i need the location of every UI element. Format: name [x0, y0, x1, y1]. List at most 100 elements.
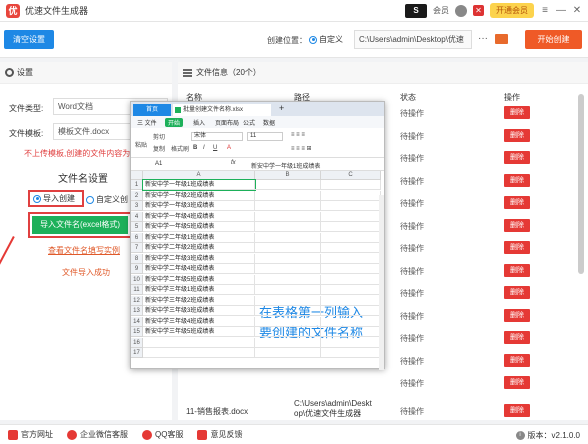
- cell-b: [255, 180, 321, 190]
- close-icon[interactable]: ✕: [572, 5, 582, 17]
- status-cell: 待操作: [400, 154, 424, 163]
- scrollbar[interactable]: [578, 94, 584, 274]
- app-logo-icon: 优: [6, 3, 20, 18]
- qq-link[interactable]: QQ客服: [142, 429, 183, 440]
- brand-logo-icon: S: [405, 3, 427, 18]
- radio-checked-icon: [33, 194, 41, 203]
- row-head: 3: [131, 201, 143, 211]
- status-cell: 待操作: [400, 221, 424, 231]
- ribbon-tab: 页面布局: [215, 121, 240, 127]
- settings-title: 设置: [17, 68, 33, 77]
- cell-a: 新安中学一年级1班成绩表: [142, 179, 256, 191]
- delete-button[interactable]: 删除: [504, 353, 530, 367]
- more-options-icon[interactable]: ···: [478, 33, 488, 44]
- delete-button[interactable]: 删除: [504, 331, 530, 344]
- col-status[interactable]: 状态: [400, 92, 416, 103]
- path-input[interactable]: C:\Users\admin\Desktop\优速: [354, 30, 472, 49]
- delete-button[interactable]: 删除: [504, 263, 530, 277]
- bold-icon: B: [193, 145, 198, 151]
- radio-unchecked-icon: [86, 195, 94, 204]
- underline-icon: U: [213, 145, 218, 151]
- menu-icon[interactable]: ≡: [540, 5, 550, 17]
- clear-settings-button[interactable]: 清空设置: [4, 30, 54, 49]
- gear-icon: [5, 68, 14, 77]
- formula-bar: A1 fx 新安中学一年级1班成绩表: [131, 158, 384, 171]
- add-tab-icon: +: [279, 103, 285, 113]
- align-icons: ≡ ≡ ≡: [291, 132, 305, 138]
- row-head: 11: [131, 285, 143, 295]
- user-avatar-icon[interactable]: [455, 4, 467, 17]
- cell-reference: A1: [155, 161, 163, 167]
- import-create-radio[interactable]: 导入创建: [28, 190, 84, 207]
- cell-c: [321, 285, 381, 295]
- website-link[interactable]: 官方网址: [8, 429, 53, 440]
- delete-button[interactable]: 删除: [504, 241, 530, 254]
- paste-tool: 粘贴: [135, 143, 148, 149]
- example-link[interactable]: 查看文件名填写实例: [48, 245, 120, 256]
- cell-a: [143, 337, 255, 348]
- cell-c: [321, 253, 381, 264]
- cell-c: [321, 316, 381, 327]
- cell-a: 新安中学二年级1班成绩表: [143, 232, 255, 243]
- delete-button[interactable]: 删除: [504, 218, 530, 232]
- delete-button[interactable]: 删除: [504, 128, 530, 142]
- start-create-button[interactable]: 开始创建: [525, 30, 582, 49]
- feedback-link[interactable]: 意见反馈: [197, 429, 242, 440]
- cell-c: [321, 327, 381, 337]
- cell-c: [321, 348, 381, 358]
- minimize-icon[interactable]: —: [556, 5, 566, 17]
- sheet-scrollbar: [379, 195, 384, 370]
- qq-icon: [142, 429, 152, 440]
- import-filenames-button[interactable]: 导入文件名(excel格式): [32, 216, 128, 234]
- row-head: 4: [131, 211, 143, 222]
- cell-b: [255, 232, 321, 243]
- cell-b: [255, 316, 321, 327]
- delete-button[interactable]: 删除: [504, 404, 530, 417]
- cell-b: [255, 222, 321, 232]
- import-button-highlight: 导入文件名(excel格式): [28, 212, 132, 238]
- sheet-file-tab: 批量创建文件名称.xlsx: [173, 104, 271, 116]
- import-status: 文件导入成功: [62, 268, 110, 277]
- status-cell: 待操作: [400, 356, 424, 366]
- delete-button[interactable]: 删除: [504, 376, 530, 389]
- wechat-link[interactable]: 企业微信客服: [67, 429, 128, 440]
- delete-button[interactable]: 删除: [504, 196, 530, 209]
- cell-b: [255, 201, 321, 211]
- radio-checked-icon: [309, 35, 317, 44]
- file-name-cell: 11-销售报表.docx: [186, 407, 249, 416]
- row-head: 8: [131, 253, 143, 264]
- member-label: 会员: [433, 6, 449, 15]
- close-badge-icon[interactable]: ✕: [473, 5, 484, 16]
- font-color-icon: A: [227, 145, 232, 151]
- status-cell: 待操作: [400, 289, 424, 298]
- row-head: 12: [131, 295, 143, 306]
- title-bar-actions: S 会员 ✕ 开通会员 ≡ — ✕: [405, 3, 582, 18]
- copy-tool: 复制: [153, 147, 166, 153]
- delete-button[interactable]: 删除: [504, 173, 530, 187]
- cut-tool: 剪切: [153, 135, 166, 141]
- list-icon: [183, 68, 192, 77]
- cell-b: [255, 306, 321, 316]
- delete-button[interactable]: 删除: [504, 151, 530, 164]
- status-cell: 待操作: [400, 199, 424, 208]
- cell-a: 新安中学三年级5班成绩表: [143, 327, 255, 337]
- delete-button[interactable]: 删除: [504, 106, 530, 119]
- cell-c: [321, 201, 381, 211]
- row-head: 13: [131, 306, 143, 316]
- delete-button[interactable]: 删除: [504, 308, 530, 322]
- cell-a: 新安中学一年级2班成绩表: [143, 190, 255, 201]
- app-title: 优速文件生成器: [25, 6, 89, 16]
- sheet-tools: 粘贴 剪切 复制 格式刷 宋体 11 B I U A ≡ ≡ ≡ ≡ ≡ ≡ ⊞: [131, 128, 384, 158]
- custom-location-radio[interactable]: 自定义: [309, 34, 343, 45]
- row-head: 16: [131, 337, 143, 348]
- custom-create-radio[interactable]: 自定义创: [86, 194, 128, 205]
- col-head-c: C: [321, 171, 381, 180]
- cell-c: [321, 274, 381, 285]
- status-cell: 待操作: [400, 176, 424, 186]
- fx-icon: fx: [231, 160, 236, 166]
- folder-icon[interactable]: [495, 34, 508, 44]
- vip-button[interactable]: 开通会员: [490, 3, 534, 18]
- delete-button[interactable]: 删除: [504, 286, 530, 299]
- cell-c: [321, 264, 381, 274]
- sheet-tab-bar: 首页 批量创建文件名称.xlsx +: [131, 102, 384, 116]
